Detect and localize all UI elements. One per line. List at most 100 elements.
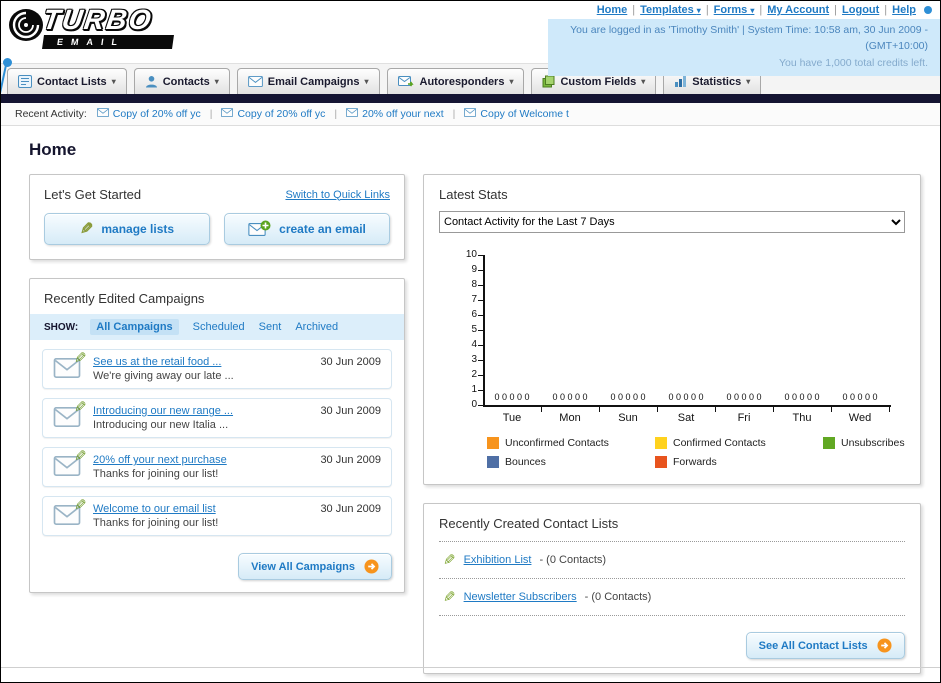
contact-list-link[interactable]: Newsletter Subscribers [464,591,577,603]
contact-lists-icon [18,75,32,88]
legend-unconfirmed-contacts: Unconfirmed Contacts [487,437,655,449]
nav-link-templates[interactable]: Templates ▾ [640,4,701,16]
recent-activity-item[interactable]: Copy of Welcome t [464,108,569,120]
chevron-down-icon: ▾ [214,77,219,86]
chevron-down-icon: ▾ [746,77,751,86]
bar-value-labels: 0 0 0 0 0 [668,392,704,402]
x-axis-label: Fri [737,412,751,424]
nav-bottom-bar [1,94,940,103]
campaign-subtitle: Thanks for joining our list! [93,468,219,480]
confirmed-contacts-swatch [655,437,667,449]
pencil-icon: ✎ [443,552,456,569]
y-tick-mark [478,315,483,316]
x-axis-label: Mon [559,412,581,424]
contacts-icon [145,75,158,88]
x-axis-label: Sat [677,412,695,424]
tab-contact-lists[interactable]: Contact Lists ▾ [7,68,127,94]
chevron-down-icon: ▾ [364,77,369,86]
logo: TURBO EMAIL [7,4,174,49]
y-tick-mark [478,330,483,331]
legend-forwards: Forwards [655,456,823,468]
chart-legend: Unconfirmed Contacts Confirmed Contacts Un… [487,437,905,468]
recent-activity-item[interactable]: 20% off your next [346,108,444,120]
y-axis-label: 6 [471,309,477,320]
campaign-subtitle: We're giving away our late ... [93,370,234,382]
campaign-filters: All Campaigns Scheduled Sent Archived [90,319,338,335]
campaign-title-link[interactable]: Welcome to our email list [93,503,310,515]
campaign-date: 30 Jun 2009 [320,454,381,466]
y-axis-label: 1 [471,384,477,395]
y-axis-label: 10 [465,249,477,260]
latest-stats-title: Latest Stats [439,187,508,202]
get-started-buttons: ✎ manage lists create an email [44,213,390,245]
nav-link-logout[interactable]: Logout [842,4,879,16]
autoresponders-icon [397,75,415,88]
latest-stats-panel: Latest Stats Contact Activity for the La… [423,174,921,485]
see-all-contact-lists-label: See All Contact Lists [758,639,868,652]
forwards-swatch [655,456,667,468]
create-an-email-button[interactable]: create an email [224,213,390,245]
recent-activity-item[interactable]: Copy of 20% off yc [96,108,201,120]
tab-contacts[interactable]: Contacts ▾ [133,68,230,94]
campaign-subtitle: Thanks for joining our list! [93,517,219,529]
login-status: You are logged in as 'Timothy Smith' | S… [570,24,928,53]
show-label: SHOW: [44,321,79,333]
y-tick-mark [478,345,483,346]
filter-scheduled[interactable]: Scheduled [193,321,245,333]
see-all-contact-lists-button[interactable]: See All Contact Lists [745,632,905,659]
campaign-date: 30 Jun 2009 [320,356,381,368]
arrow-circle-icon [364,559,379,574]
view-all-campaigns-button[interactable]: View All Campaigns [238,553,392,580]
campaigns-panel-title: Recently Edited Campaigns [44,291,205,306]
filter-all-campaigns[interactable]: All Campaigns [90,319,179,335]
nav-link-forms[interactable]: Forms ▾ [714,4,755,16]
contact-lists-title: Recently Created Contact Lists [439,516,619,531]
contact-list-link[interactable]: Exhibition List [464,554,532,566]
y-tick-mark [478,255,483,256]
campaign-title-link[interactable]: See us at the retail food ... [93,356,310,368]
campaign-filter-bar: SHOW: All Campaigns Scheduled Sent Archived [30,314,404,340]
right-column: Latest Stats Contact Activity for the La… [423,174,921,682]
nav-link-help[interactable]: Help [892,4,916,16]
legend-confirmed-contacts: Confirmed Contacts [655,437,823,449]
campaign-title-link[interactable]: 20% off your next purchase [93,454,310,466]
email-campaigns-icon [247,76,263,87]
chevron-down-icon: ▾ [509,77,514,86]
x-tick-mark [889,407,890,412]
filter-sent[interactable]: Sent [259,321,282,333]
campaign-date: 30 Jun 2009 [320,405,381,417]
bar-value-labels: 0 0 0 0 0 [494,392,530,402]
arrow-circle-icon [877,638,892,653]
y-axis-label: 5 [471,324,477,335]
filter-archived[interactable]: Archived [295,321,338,333]
envelope-icon [464,108,477,120]
manage-lists-button[interactable]: ✎ manage lists [44,213,210,245]
y-tick-mark [478,390,483,391]
view-all-campaigns-label: View All Campaigns [251,560,355,573]
nav-link-my-account[interactable]: My Account [767,4,829,16]
tab-autoresponders[interactable]: Autoresponders ▾ [386,68,525,94]
stats-range-select[interactable]: Contact Activity for the Last 7 Days [439,211,905,233]
y-axis-label: 0 [471,399,477,410]
y-axis-label: 8 [471,279,477,290]
campaign-row: ✎ 20% off your next purchase Thanks for jo… [42,447,392,487]
y-tick-mark [478,300,483,301]
y-axis-label: 9 [471,264,477,275]
envelope-pencil-icon: ✎ [53,350,87,381]
footer-divider [1,667,940,668]
envelope-icon [221,108,234,120]
x-axis-label: Thu [792,412,812,424]
nav-link-home[interactable]: Home [597,4,628,16]
main-content: Home Let's Get Started Switch to Quick L… [1,126,940,682]
contact-lists-panel-footer: See All Contact Lists [439,616,905,661]
header: TURBO EMAIL Home | Templates ▾ | Forms ▾ | My … [1,1,940,109]
campaign-title-link[interactable]: Introducing our new range ... [93,405,310,417]
custom-fields-icon [542,75,555,88]
campaign-date: 30 Jun 2009 [320,503,381,515]
chart-y-axis [483,255,485,407]
recent-activity-item[interactable]: Copy of 20% off yc [221,108,325,120]
tab-email-campaigns[interactable]: Email Campaigns ▾ [236,68,380,94]
legend-bounces: Bounces [487,456,655,468]
switch-to-quick-links-link[interactable]: Switch to Quick Links [285,189,390,201]
pencil-icon: ✎ [443,589,456,606]
